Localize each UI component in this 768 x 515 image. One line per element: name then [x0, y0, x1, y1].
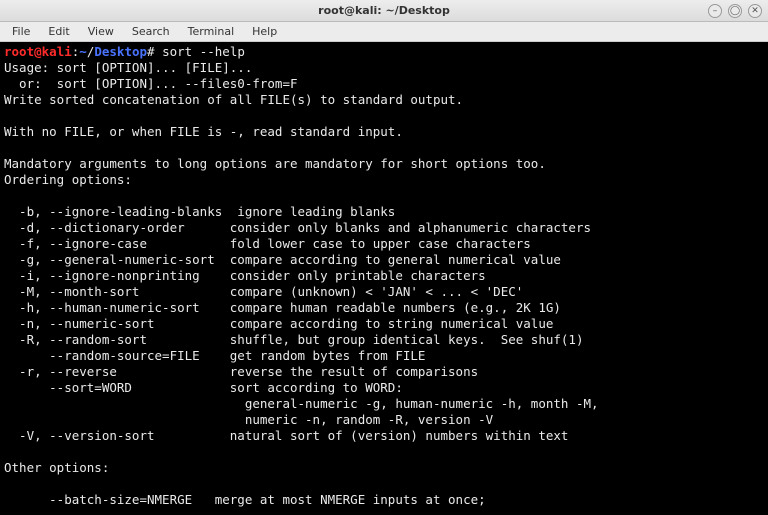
window-controls: – ◯ ✕ [708, 4, 762, 18]
out-line: --sort=WORD sort according to WORD: [4, 380, 403, 395]
out-line: Usage: sort [OPTION]... [FILE]... [4, 60, 252, 75]
close-button[interactable]: ✕ [748, 4, 762, 18]
menu-search[interactable]: Search [124, 23, 178, 40]
terminal-body[interactable]: root@kali:~/Desktop# sort --help Usage: … [0, 42, 768, 515]
prompt-tilde: ~ [79, 44, 87, 59]
out-line: -V, --version-sort natural sort of (vers… [4, 428, 568, 443]
menu-edit[interactable]: Edit [40, 23, 77, 40]
out-line: Other options: [4, 460, 109, 475]
out-line: -n, --numeric-sort compare according to … [4, 316, 553, 331]
out-line: -h, --human-numeric-sort compare human r… [4, 300, 561, 315]
out-line: or: sort [OPTION]... --files0-from=F [4, 76, 298, 91]
out-line: -f, --ignore-case fold lower case to upp… [4, 236, 531, 251]
out-line: general-numeric -g, human-numeric -h, mo… [4, 396, 599, 411]
prompt-dir: Desktop [94, 44, 147, 59]
out-line: Write sorted concatenation of all FILE(s… [4, 92, 463, 107]
menu-view[interactable]: View [80, 23, 122, 40]
prompt-line: root@kali:~/Desktop# sort --help [4, 44, 245, 59]
window-title: root@kali: ~/Desktop [0, 4, 768, 17]
out-line: -M, --month-sort compare (unknown) < 'JA… [4, 284, 523, 299]
menu-terminal[interactable]: Terminal [180, 23, 243, 40]
out-line: numeric -n, random -R, version -V [4, 412, 493, 427]
out-line: Mandatory arguments to long options are … [4, 156, 546, 171]
menu-file[interactable]: File [4, 23, 38, 40]
out-line: -g, --general-numeric-sort compare accor… [4, 252, 561, 267]
prompt-host: kali [42, 44, 72, 59]
close-icon: ✕ [751, 6, 759, 16]
prompt-sigil: # [147, 44, 162, 59]
out-line: -i, --ignore-nonprinting consider only p… [4, 268, 486, 283]
command-text: sort --help [162, 44, 245, 59]
minimize-icon: – [713, 6, 718, 16]
out-line: -b, --ignore-leading-blanks ignore leadi… [4, 204, 395, 219]
prompt-user: root [4, 44, 34, 59]
out-line: -r, --reverse reverse the result of comp… [4, 364, 478, 379]
out-line: -R, --random-sort shuffle, but group ide… [4, 332, 583, 347]
maximize-icon: ◯ [730, 6, 740, 16]
terminal-window: root@kali: ~/Desktop – ◯ ✕ File Edit Vie… [0, 0, 768, 515]
out-line: -d, --dictionary-order consider only bla… [4, 220, 591, 235]
minimize-button[interactable]: – [708, 4, 722, 18]
maximize-button[interactable]: ◯ [728, 4, 742, 18]
out-line: --batch-size=NMERGE merge at most NMERGE… [4, 492, 486, 507]
menubar: File Edit View Search Terminal Help [0, 22, 768, 42]
menu-help[interactable]: Help [244, 23, 285, 40]
out-line: Ordering options: [4, 172, 132, 187]
prompt-at: @ [34, 44, 42, 59]
out-line: --random-source=FILE get random bytes fr… [4, 348, 425, 363]
titlebar[interactable]: root@kali: ~/Desktop – ◯ ✕ [0, 0, 768, 22]
out-line: With no FILE, or when FILE is -, read st… [4, 124, 403, 139]
